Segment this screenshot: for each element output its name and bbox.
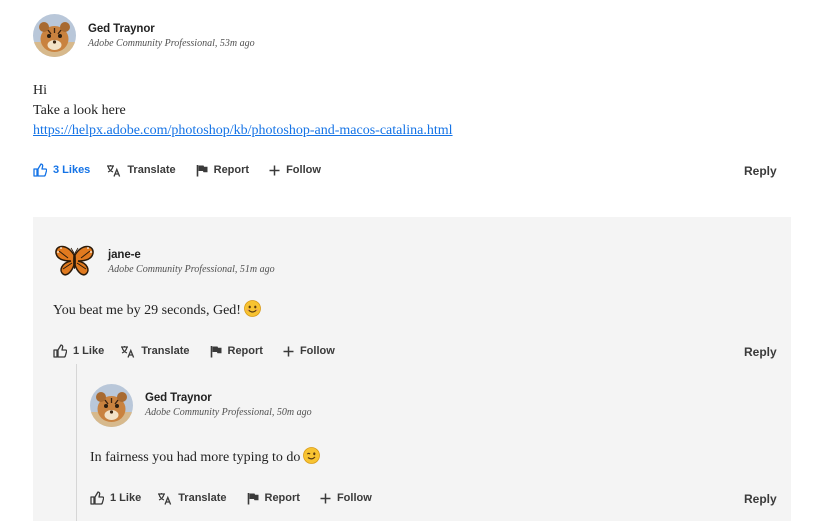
plus-icon <box>283 346 294 356</box>
reply-actions: 1 Like Translate Report Follow <box>53 344 355 358</box>
replies-container: jane-e Adobe Community Professional, 51m… <box>33 217 791 521</box>
reply-actions: 1 Like Translate Report Follow <box>90 491 392 505</box>
translate-button[interactable]: Translate <box>157 492 227 505</box>
reply-meta: Ged Traynor Adobe Community Professional… <box>145 384 312 418</box>
author-name[interactable]: jane-e <box>108 249 275 261</box>
like-button[interactable]: 1 Like <box>90 491 141 505</box>
reply-text: You beat me by 29 seconds, Ged! <box>53 303 241 318</box>
follow-button[interactable]: Follow <box>283 345 335 357</box>
translate-button[interactable]: Translate <box>106 164 176 177</box>
post-meta: Ged Traynor Adobe Community Professional… <box>88 14 255 49</box>
report-button[interactable]: Report <box>196 164 249 177</box>
follow-button[interactable]: Follow <box>320 492 372 504</box>
translate-label: Translate <box>127 164 176 176</box>
translate-icon <box>121 345 135 358</box>
post: Ged Traynor Adobe Community Professional… <box>33 14 777 141</box>
like-count: 1 Like <box>110 492 142 504</box>
translate-label: Translate <box>178 492 227 504</box>
follow-label: Follow <box>286 164 321 176</box>
post-line: Hi <box>33 83 47 98</box>
author-rank-time: Adobe Community Professional, 50m ago <box>145 407 312 418</box>
post-line: Take a look here <box>33 103 126 118</box>
flag-icon <box>196 164 208 176</box>
butterfly-avatar[interactable] <box>53 241 96 284</box>
follow-label: Follow <box>299 345 335 357</box>
author-name[interactable]: Ged Traynor <box>145 392 312 404</box>
smiling-face-emoji <box>244 300 261 324</box>
reply-header: jane-e Adobe Community Professional, 51m… <box>53 241 275 284</box>
report-button[interactable]: Report <box>210 345 263 358</box>
translate-icon <box>158 492 172 505</box>
like-count: 3 Likes <box>53 164 91 176</box>
post-body: Hi Take a look here https://helpx.adobe.… <box>33 81 777 141</box>
reply-body: You beat me by 29 seconds, Ged! <box>53 300 261 324</box>
thumbs-up-icon <box>53 344 67 358</box>
reply-text: In fairness you had more typing to do <box>90 450 301 465</box>
tiger-cub-avatar[interactable] <box>33 14 76 57</box>
thumbs-up-icon <box>90 491 104 505</box>
thread-indent-line <box>76 364 77 521</box>
author-name[interactable]: Ged Traynor <box>88 23 255 35</box>
report-label: Report <box>264 492 300 504</box>
translate-button[interactable]: Translate <box>120 345 190 358</box>
author-rank-time: Adobe Community Professional, 51m ago <box>108 264 275 275</box>
plus-icon <box>320 493 331 503</box>
translate-label: Translate <box>141 345 190 357</box>
post-actions: 3 Likes Translate Report Follow <box>33 163 341 177</box>
report-label: Report <box>213 164 250 176</box>
help-link[interactable]: https://helpx.adobe.com/photoshop/kb/pho… <box>33 123 453 138</box>
follow-button[interactable]: Follow <box>269 164 321 176</box>
report-label: Report <box>227 345 263 357</box>
flag-icon <box>247 492 258 504</box>
report-button[interactable]: Report <box>247 492 300 505</box>
reply-button[interactable]: Reply <box>744 164 777 178</box>
post-header: Ged Traynor Adobe Community Professional… <box>33 14 777 57</box>
reply-button[interactable]: Reply <box>744 492 777 506</box>
plus-icon <box>269 165 280 175</box>
author-rank-time: Adobe Community Professional, 53m ago <box>88 38 255 49</box>
translate-icon <box>107 164 121 177</box>
like-count: 1 Like <box>73 345 105 357</box>
like-button[interactable]: 1 Like <box>53 344 104 358</box>
flag-icon <box>210 345 221 357</box>
reply-meta: jane-e Adobe Community Professional, 51m… <box>108 241 275 275</box>
thumbs-up-icon <box>33 163 47 177</box>
reply-body: In fairness you had more typing to do <box>90 447 321 471</box>
reply-header: Ged Traynor Adobe Community Professional… <box>90 384 312 427</box>
like-button[interactable]: 3 Likes <box>33 163 90 177</box>
reply-button[interactable]: Reply <box>744 345 777 359</box>
winking-face-emoji <box>303 447 321 471</box>
tiger-cub-avatar[interactable] <box>90 384 133 427</box>
follow-label: Follow <box>336 492 372 504</box>
